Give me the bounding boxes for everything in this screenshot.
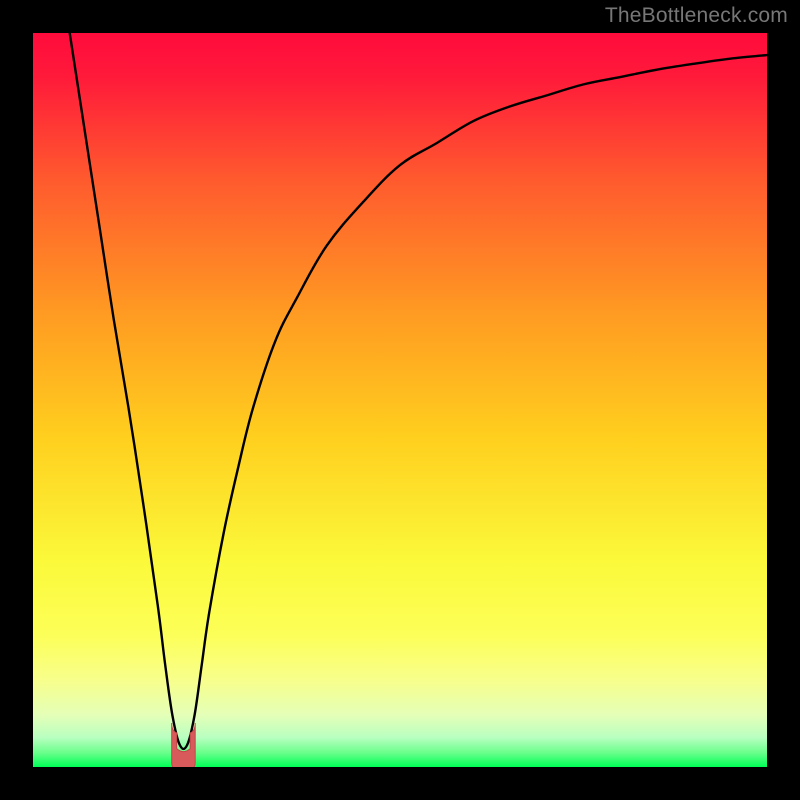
heat-gradient-background bbox=[33, 33, 767, 767]
chart-frame: TheBottleneck.com bbox=[0, 0, 800, 800]
watermark-text: TheBottleneck.com bbox=[605, 4, 788, 28]
plot-area bbox=[33, 33, 767, 767]
